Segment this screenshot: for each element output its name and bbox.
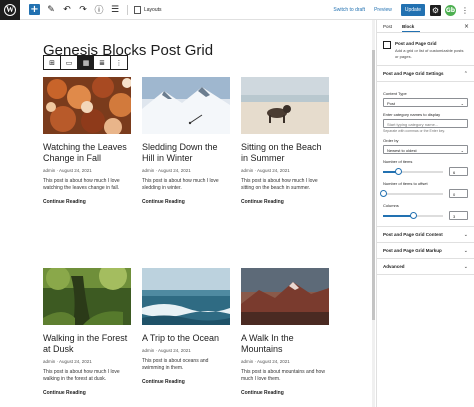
grid-view-icon[interactable]: ▦ <box>78 56 94 69</box>
post-title[interactable]: Walking in the Forest at Dusk <box>43 333 131 355</box>
post-image-mossy-forest[interactable] <box>43 268 131 325</box>
list-view-toggle-icon[interactable]: ≣ <box>94 56 110 69</box>
post-meta: admin · August 24, 2021 <box>142 348 191 353</box>
settings-gear-icon[interactable]: ⚙ <box>430 4 441 16</box>
undo-icon[interactable]: ↶ <box>62 5 72 15</box>
content-type-label: Content Type <box>383 91 407 96</box>
category-help: Separate with commas or the Enter key. <box>383 129 445 133</box>
chevron-down-icon: ⌄ <box>463 263 468 270</box>
order-by-select[interactable]: Newest to oldest ⌄ <box>383 145 468 154</box>
continue-reading-link[interactable]: Continue Reading <box>241 199 329 205</box>
category-input[interactable]: Start typing category name... <box>383 119 468 128</box>
post-excerpt: This post is about mountains and how muc… <box>241 369 325 382</box>
chevron-down-icon: ⌄ <box>460 148 464 153</box>
category-label: Enter category names to display <box>383 112 441 117</box>
block-description: Add a grid or list of customizable posts… <box>395 48 464 59</box>
post-excerpt: This post is about oceans and swimming i… <box>142 358 209 371</box>
post-title[interactable]: Sitting on the Beach in Summer <box>241 142 329 164</box>
content-type-select[interactable]: Post ⌄ <box>383 98 468 107</box>
post-title[interactable]: A Walk In the Mountains <box>241 333 329 355</box>
info-icon[interactable]: ⓘ <box>94 3 104 16</box>
close-icon[interactable]: × <box>464 23 469 30</box>
pencil-icon[interactable]: ✎ <box>46 5 56 15</box>
panel-grid-markup[interactable]: Post and Page Grid Markup ⌄ <box>377 243 474 259</box>
preview-button[interactable]: Preview <box>374 7 392 13</box>
post-image-sunset-mountains[interactable] <box>241 268 329 325</box>
post-title[interactable]: Watching the Leaves Change in Fall <box>43 142 131 164</box>
items-slider[interactable] <box>383 168 443 175</box>
grid-block-icon <box>383 41 391 49</box>
list-view-icon[interactable]: ☰ <box>110 5 120 15</box>
post-meta: admin · August 24, 2021 <box>43 359 92 364</box>
chevron-down-icon: ⌄ <box>463 231 468 238</box>
continue-reading-link[interactable]: Continue Reading <box>43 199 131 205</box>
number-of-items-label: Number of items <box>383 159 413 164</box>
offset-number-input[interactable]: 0 <box>449 189 468 198</box>
chevron-down-icon: ⌄ <box>460 101 464 106</box>
post-excerpt: This post is about how much I love watch… <box>43 178 120 191</box>
offset-slider[interactable] <box>379 190 443 197</box>
add-block-button[interactable]: + <box>29 4 40 15</box>
chevron-down-icon: ⌄ <box>463 247 468 254</box>
switch-to-draft-button[interactable]: Switch to draft <box>333 7 365 13</box>
block-name: Post and Page Grid <box>395 41 437 46</box>
post-title[interactable]: Sledding Down the Hill in Winter <box>142 142 230 164</box>
post-title[interactable]: A Trip to the Ocean <box>142 333 230 344</box>
post-card: Sledding Down the Hill in Winter admin ·… <box>142 77 230 205</box>
continue-reading-link[interactable]: Continue Reading <box>142 379 230 385</box>
post-image-snowy-mountain[interactable] <box>142 77 230 134</box>
post-card: A Walk In the Mountains admin · August 2… <box>241 268 329 396</box>
tab-block[interactable]: Block <box>402 24 421 32</box>
editor-top-toolbar: W + ✎ ↶ ↷ ⓘ ☰ Layouts Switch to draft Pr… <box>0 0 474 20</box>
editor-scrollbar[interactable] <box>372 20 375 407</box>
chevron-up-icon: ⌃ <box>463 70 468 77</box>
post-image-beach-dog[interactable] <box>241 77 329 134</box>
post-card: Watching the Leaves Change in Fall admin… <box>43 77 131 205</box>
columns-slider[interactable] <box>383 212 443 219</box>
post-image-autumn-leaves[interactable] <box>43 77 131 134</box>
continue-reading-link[interactable]: Continue Reading <box>241 390 329 396</box>
post-meta: admin · August 24, 2021 <box>43 168 92 173</box>
items-number-input[interactable]: 6 <box>449 167 468 176</box>
columns-number-input[interactable]: 3 <box>449 211 468 220</box>
post-excerpt: This post is about how much I love sitti… <box>241 178 318 191</box>
columns-label: Columns <box>383 203 399 208</box>
document-title[interactable]: Layouts <box>144 7 162 13</box>
panel-advanced[interactable]: Advanced ⌄ <box>377 259 474 275</box>
block-toolbar: ⊞ ▭ ▦ ≣ ⋮ <box>43 55 128 70</box>
post-card: A Trip to the Ocean admin · August 24, 2… <box>142 268 230 385</box>
post-card: Walking in the Forest at Dusk admin · Au… <box>43 268 131 396</box>
redo-icon[interactable]: ↷ <box>78 5 88 15</box>
block-card: Post and Page Grid Add a grid or list of… <box>377 33 474 66</box>
order-by-label: Order by <box>383 138 399 143</box>
settings-sidebar: Post Block × Post and Page Grid Add a gr… <box>376 20 474 407</box>
update-button[interactable]: Update <box>400 4 425 16</box>
offset-label: Number of items to offset <box>383 181 428 186</box>
grid-settings-body: Content Type Post ⌄ Enter category names… <box>377 82 474 227</box>
post-excerpt: This post is about how much I love walki… <box>43 369 120 382</box>
continue-reading-link[interactable]: Continue Reading <box>43 390 131 396</box>
block-options-icon[interactable]: ⋮ <box>111 56 127 69</box>
toolbar-divider <box>127 4 128 15</box>
post-image-ocean-waves[interactable] <box>142 268 230 325</box>
continue-reading-link[interactable]: Continue Reading <box>142 199 230 205</box>
sidebar-tabs: Post Block <box>377 20 474 33</box>
genesis-blocks-icon[interactable]: Gb <box>445 4 456 16</box>
post-meta: admin · August 24, 2021 <box>142 168 191 173</box>
more-options-icon[interactable]: ⋮ <box>460 6 470 15</box>
editor-canvas: Genesis Blocks Post Grid ⊞ ▭ ▦ ≣ ⋮ Watch <box>0 20 375 407</box>
panel-grid-content[interactable]: Post and Page Grid Content ⌄ <box>377 227 474 243</box>
post-card: Sitting on the Beach in Summer admin · A… <box>241 77 329 205</box>
block-type-icon[interactable]: ⊞ <box>44 56 60 69</box>
align-icon[interactable]: ▭ <box>61 56 77 69</box>
post-meta: admin · August 24, 2021 <box>241 359 290 364</box>
panel-title: Post and Page Grid Settings <box>383 71 444 76</box>
post-excerpt: This post is about how much I love sledd… <box>142 178 219 191</box>
post-meta: admin · August 24, 2021 <box>241 168 290 173</box>
wordpress-logo-icon[interactable]: W <box>0 0 20 20</box>
document-icon <box>134 5 141 14</box>
tab-post[interactable]: Post <box>383 24 398 32</box>
panel-grid-settings[interactable]: Post and Page Grid Settings ⌃ <box>377 66 474 82</box>
